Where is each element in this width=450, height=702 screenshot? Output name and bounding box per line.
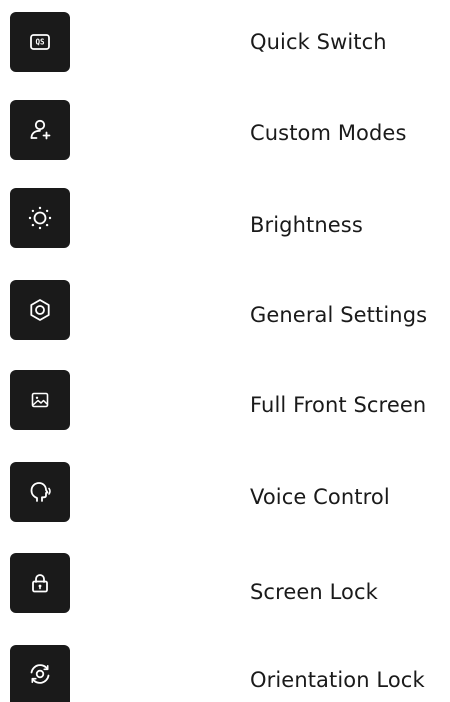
list-item-quick-switch[interactable]: QS Quick Switch: [0, 12, 450, 72]
list-item-voice-control[interactable]: Voice Control: [0, 462, 450, 522]
person-add-icon: [10, 100, 70, 160]
custom-modes-label: Custom Modes: [250, 121, 407, 145]
quick-switch-icon-text: QS: [35, 38, 45, 47]
screen-lock-label: Screen Lock: [250, 580, 378, 604]
voice-control-icon: [10, 462, 70, 522]
brightness-icon: [10, 188, 70, 248]
image-icon: [10, 370, 70, 430]
general-settings-label: General Settings: [250, 303, 428, 327]
voice-control-label: Voice Control: [250, 485, 390, 509]
list-item-brightness[interactable]: Brightness: [0, 188, 450, 248]
list-item-orientation-lock[interactable]: Orientation Lock: [0, 645, 450, 702]
full-front-screen-label: Full Front Screen: [250, 393, 427, 417]
feature-list: QS Quick Switch Custom Modes Brightness …: [0, 0, 450, 702]
orientation-lock-label: Orientation Lock: [250, 668, 425, 692]
hexagon-settings-icon: [10, 280, 70, 340]
list-item-custom-modes[interactable]: Custom Modes: [0, 100, 450, 160]
list-item-full-front-screen[interactable]: Full Front Screen: [0, 370, 450, 430]
quick-switch-label: Quick Switch: [250, 30, 387, 54]
rotation-lock-icon: [10, 645, 70, 702]
quick-switch-icon: QS: [10, 12, 70, 72]
brightness-label: Brightness: [250, 213, 363, 237]
list-item-general-settings[interactable]: General Settings: [0, 280, 450, 340]
lock-icon: [10, 553, 70, 613]
list-item-screen-lock[interactable]: Screen Lock: [0, 553, 450, 613]
